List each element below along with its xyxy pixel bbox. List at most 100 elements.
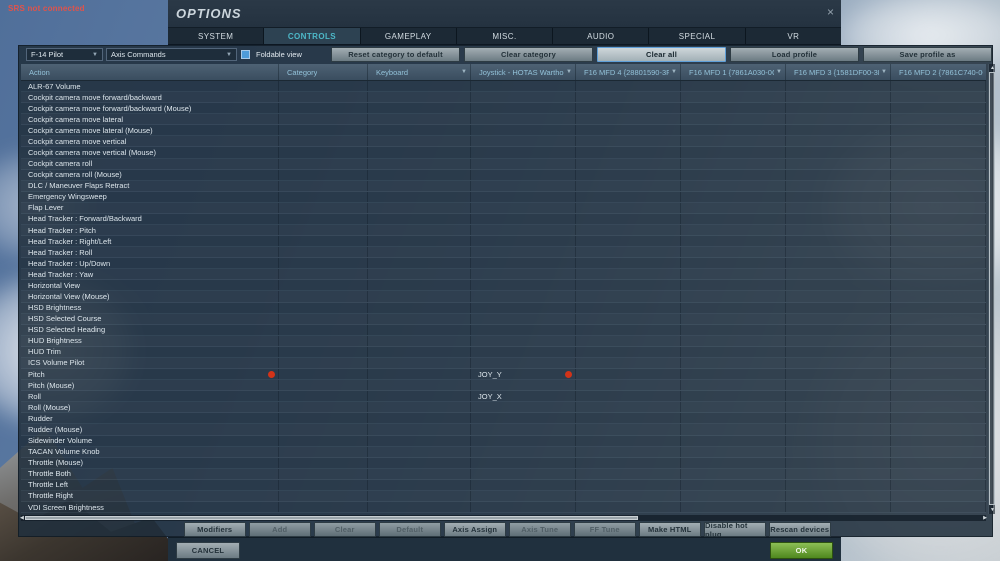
cell-mfd3[interactable]	[786, 191, 891, 202]
cell-mfd4[interactable]	[576, 202, 681, 213]
cell-mfd3[interactable]	[786, 313, 891, 324]
cell-action[interactable]: Head Tracker : Pitch	[21, 225, 279, 236]
table-row[interactable]: Cockpit camera move forward/backward (Mo…	[21, 103, 986, 115]
cell-category[interactable]	[279, 446, 368, 457]
cell-mfd3[interactable]	[786, 92, 891, 103]
cell-keyboard[interactable]	[368, 258, 471, 269]
cell-joystick[interactable]	[471, 457, 576, 468]
cell-keyboard[interactable]	[368, 357, 471, 369]
table-row[interactable]: Head Tracker : Right/Left	[21, 236, 986, 248]
cell-category[interactable]	[279, 247, 368, 258]
cell-joystick[interactable]	[471, 258, 576, 269]
cell-category[interactable]	[279, 468, 368, 479]
table-row[interactable]: HSD Selected Course	[21, 313, 986, 325]
cell-action[interactable]: Head Tracker : Forward/Backward	[21, 213, 279, 225]
cell-mfd2[interactable]	[891, 114, 986, 125]
cell-keyboard[interactable]	[368, 247, 471, 258]
cell-keyboard[interactable]	[368, 424, 471, 435]
cell-joystick[interactable]	[471, 357, 576, 369]
cell-action[interactable]: Sidewinder Volume	[21, 435, 279, 446]
cell-keyboard[interactable]	[368, 435, 471, 446]
clear-category-button[interactable]: Clear category	[464, 47, 593, 62]
tab-gameplay[interactable]: GAMEPLAY	[361, 28, 457, 44]
cell-mfd4[interactable]	[576, 103, 681, 114]
cell-mfd4[interactable]	[576, 125, 681, 136]
table-row[interactable]: Cockpit camera move lateral (Mouse)	[21, 125, 986, 137]
scroll-up-icon[interactable]: ▲	[990, 65, 995, 71]
cell-action[interactable]: Cockpit camera roll	[21, 158, 279, 169]
cell-joystick[interactable]: JOY_X	[471, 391, 576, 402]
cell-mfd4[interactable]	[576, 236, 681, 247]
cell-mfd3[interactable]	[786, 479, 891, 490]
cell-keyboard[interactable]	[368, 468, 471, 479]
cell-mfd1[interactable]	[681, 402, 786, 413]
cell-keyboard[interactable]	[368, 302, 471, 313]
cell-action[interactable]: Cockpit camera move lateral (Mouse)	[21, 125, 279, 136]
table-row[interactable]: VDI Screen Brightness	[21, 501, 986, 513]
cell-joystick[interactable]	[471, 191, 576, 202]
cell-mfd4[interactable]	[576, 468, 681, 479]
cell-mfd3[interactable]	[786, 103, 891, 114]
cell-mfd3[interactable]	[786, 468, 891, 479]
table-row[interactable]: HUD Brightness	[21, 335, 986, 347]
cell-mfd3[interactable]	[786, 125, 891, 136]
cell-mfd4[interactable]	[576, 413, 681, 424]
cell-mfd2[interactable]	[891, 369, 986, 380]
cell-mfd3[interactable]	[786, 202, 891, 213]
table-row[interactable]: Head Tracker : Roll	[21, 247, 986, 259]
cell-mfd1[interactable]	[681, 380, 786, 391]
cell-keyboard[interactable]	[368, 457, 471, 468]
cell-joystick[interactable]	[471, 380, 576, 391]
cell-mfd4[interactable]	[576, 180, 681, 191]
chevron-down-icon[interactable]: ▼	[459, 69, 467, 75]
cell-category[interactable]	[279, 369, 368, 380]
cell-keyboard[interactable]	[368, 402, 471, 413]
cell-mfd2[interactable]	[891, 191, 986, 202]
cell-joystick[interactable]	[471, 136, 576, 147]
cell-mfd3[interactable]	[786, 446, 891, 457]
cell-action[interactable]: Emergency Wingsweep	[21, 191, 279, 202]
cell-mfd3[interactable]	[786, 180, 891, 191]
cell-joystick[interactable]	[471, 446, 576, 457]
cell-mfd2[interactable]	[891, 302, 986, 313]
table-row[interactable]: Throttle Right	[21, 490, 986, 502]
cell-category[interactable]	[279, 335, 368, 346]
cell-mfd4[interactable]	[576, 402, 681, 413]
cell-mfd3[interactable]	[786, 236, 891, 247]
cell-mfd1[interactable]	[681, 346, 786, 357]
table-row[interactable]: DLC / Maneuver Flaps Retract	[21, 180, 986, 192]
cell-joystick[interactable]	[471, 180, 576, 191]
table-row[interactable]: Cockpit camera roll (Mouse)	[21, 169, 986, 181]
cell-mfd1[interactable]	[681, 236, 786, 247]
cell-category[interactable]	[279, 169, 368, 180]
cell-action[interactable]: Horizontal View	[21, 280, 279, 291]
reset-category-to-default-button[interactable]: Reset category to default	[331, 47, 460, 62]
close-icon[interactable]: ×	[827, 5, 834, 19]
table-row[interactable]: Emergency Wingsweep	[21, 191, 986, 203]
column-header-2[interactable]: Keyboard ▼	[368, 64, 471, 80]
cell-joystick[interactable]: JOY_Y	[471, 369, 576, 380]
cell-keyboard[interactable]	[368, 213, 471, 225]
cell-joystick[interactable]	[471, 291, 576, 302]
table-row[interactable]: Head Tracker : Forward/Backward	[21, 213, 986, 226]
cell-category[interactable]	[279, 302, 368, 313]
cell-mfd1[interactable]	[681, 302, 786, 313]
cell-keyboard[interactable]	[368, 125, 471, 136]
cell-mfd1[interactable]	[681, 213, 786, 225]
cell-mfd3[interactable]	[786, 114, 891, 125]
cell-category[interactable]	[279, 391, 368, 402]
cell-mfd4[interactable]	[576, 324, 681, 335]
cell-mfd4[interactable]	[576, 335, 681, 346]
cell-mfd2[interactable]	[891, 357, 986, 369]
cell-keyboard[interactable]	[368, 191, 471, 202]
modifiers-button[interactable]: Modifiers	[184, 522, 246, 537]
cell-mfd3[interactable]	[786, 225, 891, 236]
cell-mfd3[interactable]	[786, 302, 891, 313]
cell-mfd2[interactable]	[891, 501, 986, 513]
cell-action[interactable]: Cockpit camera move vertical	[21, 136, 279, 147]
table-row[interactable]: Head Tracker : Up/Down	[21, 258, 986, 270]
cell-category[interactable]	[279, 236, 368, 247]
cell-mfd3[interactable]	[786, 501, 891, 513]
cell-action[interactable]: Throttle Both	[21, 468, 279, 479]
cell-action[interactable]: VDI Screen Brightness	[21, 501, 279, 513]
